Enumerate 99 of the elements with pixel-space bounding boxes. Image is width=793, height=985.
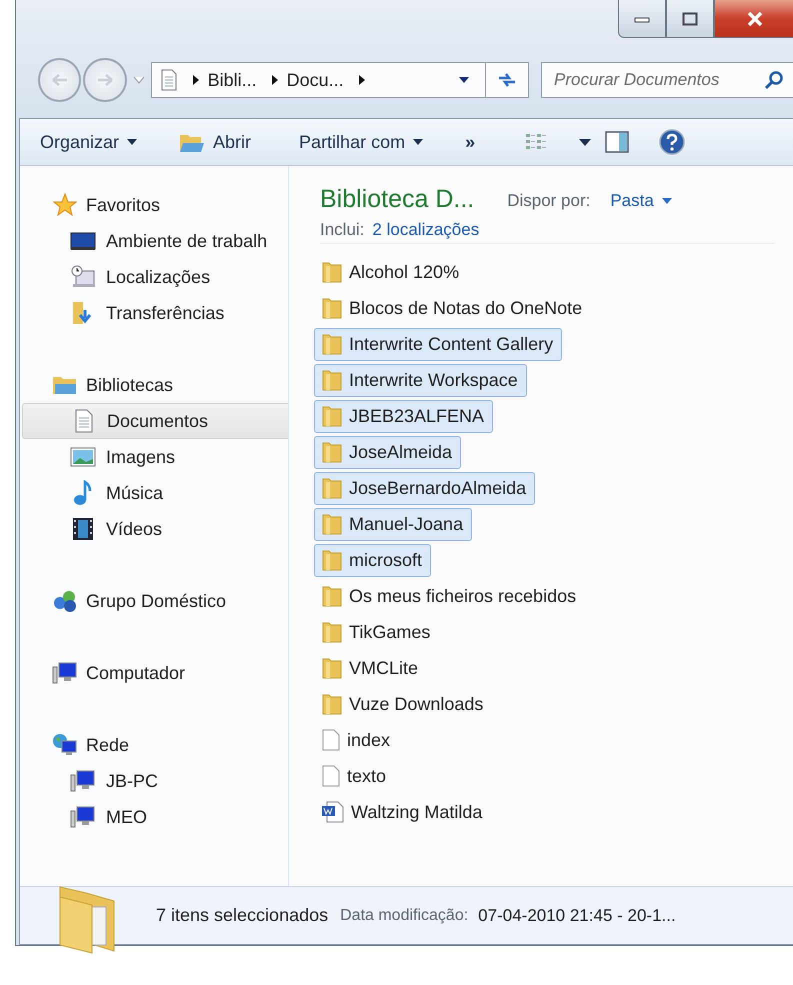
word-document-icon xyxy=(321,801,345,823)
preview-pane-button[interactable] xyxy=(605,131,630,153)
minimize-button[interactable] xyxy=(618,0,666,38)
sidebar-item[interactable]: MEO xyxy=(20,799,288,835)
folder-icon xyxy=(321,333,343,355)
chevron-icon[interactable] xyxy=(358,75,366,85)
maximize-icon xyxy=(682,12,698,26)
star-icon xyxy=(53,193,77,217)
includes-label: Inclui: xyxy=(320,220,364,240)
sidebar-group[interactable]: Bibliotecas xyxy=(20,367,288,403)
sidebar-item[interactable]: Transferências xyxy=(20,295,288,331)
locations-link[interactable]: 2 localizações xyxy=(372,220,480,240)
caret-icon[interactable] xyxy=(459,77,469,83)
computer-icon xyxy=(70,769,96,793)
network-icon xyxy=(52,733,78,757)
recent-places-icon xyxy=(70,265,96,289)
file-item[interactable]: Blocos de Notas do OneNote xyxy=(314,292,592,324)
close-icon xyxy=(746,10,764,26)
picture-icon xyxy=(70,447,96,467)
sidebar-item[interactable]: JB-PC xyxy=(20,763,288,799)
breadcrumb-item[interactable]: Docu... xyxy=(286,70,344,90)
file-item[interactable]: index xyxy=(314,724,400,756)
sidebar-item[interactable]: Imagens xyxy=(20,439,288,475)
file-item[interactable]: Interwrite Content Gallery xyxy=(314,328,562,360)
file-item[interactable]: JBEB23ALFENA xyxy=(314,400,494,432)
caret-icon xyxy=(413,139,424,145)
toolbar-menu-button[interactable]: Partilhar com xyxy=(299,132,424,152)
file-icon xyxy=(321,765,341,787)
folder-icon xyxy=(321,261,343,283)
music-note-icon xyxy=(72,480,94,506)
folder-icon xyxy=(321,441,343,463)
back-arrow-icon xyxy=(50,73,69,87)
file-item[interactable]: TikGames xyxy=(314,616,440,648)
file-item[interactable]: JoseAlmeida xyxy=(314,436,462,468)
dropdown-arrow-icon[interactable] xyxy=(132,76,145,84)
date-value: 07-04-2010 21:45 - 20-1... xyxy=(478,906,676,926)
folder-icon xyxy=(321,657,343,679)
sidebar-item[interactable]: Documentos xyxy=(22,403,288,439)
help-icon xyxy=(659,129,686,155)
file-item[interactable]: Interwrite Workspace xyxy=(314,364,527,396)
file-item[interactable]: texto xyxy=(314,760,396,792)
folder-icon xyxy=(321,549,343,571)
search-field[interactable]: Procurar Documentos xyxy=(541,62,793,98)
caret-icon[interactable] xyxy=(579,138,592,146)
arrange-dropdown[interactable]: Pasta xyxy=(610,191,672,211)
address-bar[interactable]: Bibli... Docu... xyxy=(150,62,529,98)
folder-icon xyxy=(321,369,343,391)
sidebar-group[interactable]: Grupo Doméstico xyxy=(20,583,288,619)
computer-icon xyxy=(70,805,96,829)
homegroup-icon xyxy=(52,589,78,613)
file-item[interactable]: Alcohol 120% xyxy=(314,256,468,288)
folder-icon xyxy=(321,405,343,427)
arrange-label: Dispor por: xyxy=(507,191,590,211)
library-title: Biblioteca D... xyxy=(320,185,476,214)
folder-icon xyxy=(321,513,343,535)
folder-icon xyxy=(321,297,343,319)
document-icon xyxy=(160,69,178,91)
caret-icon xyxy=(662,198,672,204)
folder-icon xyxy=(321,693,343,715)
sidebar-item[interactable]: Localizações xyxy=(20,259,288,295)
library-folder-icon xyxy=(52,374,78,396)
file-icon xyxy=(321,729,341,751)
refresh-arrows-icon xyxy=(497,71,517,89)
computer-icon xyxy=(52,661,78,685)
desktop-icon xyxy=(70,230,96,252)
help-button[interactable] xyxy=(659,129,686,155)
file-item[interactable]: Vuze Downloads xyxy=(314,688,492,720)
sidebar-group[interactable]: Favoritos xyxy=(20,187,288,223)
file-item[interactable]: Manuel-Joana xyxy=(314,508,472,540)
sidebar-item[interactable]: Vídeos xyxy=(20,511,288,547)
breadcrumb-item[interactable]: Bibli... xyxy=(208,70,257,90)
film-icon xyxy=(72,517,94,541)
pane-icon xyxy=(605,131,630,153)
chevron-icon xyxy=(270,75,279,85)
minimize-icon xyxy=(634,14,650,22)
chevron-icon xyxy=(192,75,200,85)
sidebar-group[interactable]: Rede xyxy=(20,727,288,763)
document-icon xyxy=(74,409,94,433)
file-item[interactable]: Waltzing Matilda xyxy=(314,796,492,828)
selection-count: 7 itens seleccionados xyxy=(156,905,328,926)
folder-icon xyxy=(321,621,343,643)
forward-arrow-icon xyxy=(96,73,114,87)
more-button[interactable]: » xyxy=(465,132,476,152)
folder-icon xyxy=(321,585,343,607)
file-item[interactable]: VMCLite xyxy=(314,652,428,684)
date-label: Data modificação: xyxy=(340,906,468,924)
folder-icon xyxy=(321,477,343,499)
caret-icon xyxy=(127,139,138,145)
open-button[interactable]: Abrir xyxy=(179,131,252,153)
maximize-button[interactable] xyxy=(666,0,714,38)
toolbar-menu-button[interactable]: Organizar xyxy=(40,132,138,152)
close-button[interactable] xyxy=(714,0,793,38)
sidebar-group[interactable]: Computador xyxy=(20,655,288,691)
sidebar-item[interactable]: Ambiente de trabalh xyxy=(20,223,288,259)
search-icon xyxy=(764,70,784,90)
file-item[interactable]: Os meus ficheiros recebidos xyxy=(314,580,586,612)
file-item[interactable]: JoseBernardoAlmeida xyxy=(314,472,536,504)
file-item[interactable]: microsoft xyxy=(314,544,432,576)
sidebar-item[interactable]: Música xyxy=(20,475,288,511)
